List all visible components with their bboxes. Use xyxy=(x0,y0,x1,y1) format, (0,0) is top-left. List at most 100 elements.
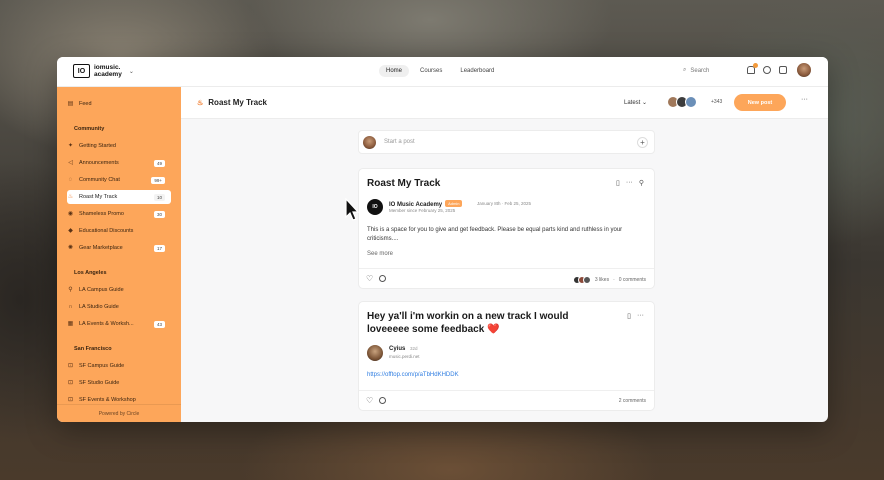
author-avatar[interactable] xyxy=(367,345,383,361)
post-actions: ▯ ··· ⚲ xyxy=(616,179,644,187)
search-label: Search xyxy=(690,67,710,74)
top-icons xyxy=(747,63,787,74)
start-post-box[interactable]: Start a post + xyxy=(358,130,655,154)
sidebar-item-label: Roast My Track xyxy=(79,194,118,200)
post-link[interactable]: https://offtop.com/p/aTbHdKHDDK xyxy=(367,372,459,378)
unread-count: 17 xyxy=(153,244,165,252)
post-footer: ♡ 2 comments xyxy=(359,390,654,410)
comment-icon[interactable] xyxy=(379,397,386,404)
nav-courses[interactable]: Courses xyxy=(413,65,449,77)
avatar xyxy=(582,276,591,284)
gear-icon: ✺ xyxy=(67,244,74,251)
more-options-icon[interactable]: ··· xyxy=(637,312,644,320)
sidebar-item-label: Feed xyxy=(79,101,92,107)
separator: · xyxy=(613,277,615,283)
search-button[interactable]: ⌕ Search xyxy=(683,67,709,74)
post-time: 32d xyxy=(410,346,418,351)
sidebar-item-sf-campus-guide[interactable]: ⊡ SF Campus Guide xyxy=(67,359,171,373)
author-name[interactable]: Cyius 32d xyxy=(389,346,418,352)
sidebar-item-label: SF Events & Workshop xyxy=(79,397,136,403)
plus-icon[interactable]: + xyxy=(637,137,648,148)
unread-count: 30 xyxy=(153,210,165,218)
sidebar-item-educational-discounts[interactable]: ◆ Educational Discounts xyxy=(67,224,171,238)
sidebar: ▤ Feed Community ✦ Getting Started ◁ Ann… xyxy=(57,87,181,422)
post-title[interactable]: Hey ya'll i'm workin on a new track I wo… xyxy=(367,310,607,336)
sidebar-item-la-events[interactable]: ▦ LA Events & Worksh... 43 xyxy=(67,317,171,331)
see-more-link[interactable]: See more xyxy=(367,251,393,257)
page-title-text: Roast My Track xyxy=(208,98,267,107)
sidebar-item-announcements[interactable]: ◁ Announcements 49 xyxy=(67,156,171,170)
member-avatars[interactable] xyxy=(667,96,697,108)
mouse-cursor xyxy=(345,198,359,221)
post-card[interactable]: Roast My Track ▯ ··· ⚲ IO IO Music Acade… xyxy=(358,168,655,289)
sidebar-item-label: LA Studio Guide xyxy=(79,304,119,310)
sidebar-item-community-chat[interactable]: ◌ Community Chat 99+ xyxy=(67,173,171,187)
member-count: +343 xyxy=(711,99,723,105)
admin-badge: Admin xyxy=(445,200,463,207)
heart-icon[interactable]: ♡ xyxy=(366,274,373,283)
author-avatar[interactable]: IO xyxy=(367,199,383,215)
heart-icon[interactable]: ♡ xyxy=(366,396,373,405)
sidebar-item-shameless-promo[interactable]: ◉ Shameless Promo 30 xyxy=(67,207,171,221)
start-post-placeholder: Start a post xyxy=(384,139,415,145)
more-options-icon[interactable]: ··· xyxy=(626,179,633,187)
post-footer: ♡ 3 likes · 0 comments xyxy=(359,268,654,288)
author-subtitle: Member since February 25, 2025 xyxy=(389,208,456,213)
nav-leaderboard[interactable]: Leaderboard xyxy=(453,65,501,77)
post-meta: January 8th · Feb 25, 2025 xyxy=(477,201,532,206)
sort-dropdown[interactable]: Latest ⌄ xyxy=(624,99,647,106)
lock-icon: ⊡ xyxy=(67,362,74,369)
home-icon: ▤ xyxy=(67,100,74,107)
sidebar-section-title: Los Angeles xyxy=(74,270,107,276)
community-switcher[interactable]: IO iomusic. academy ⌄ xyxy=(73,64,134,78)
sidebar-item-label: Gear Marketplace xyxy=(79,245,123,251)
fire-icon: ♨ xyxy=(197,99,204,107)
more-options-icon[interactable]: ··· xyxy=(801,96,808,103)
comment-icon[interactable] xyxy=(379,275,386,282)
sidebar-item-label: SF Studio Guide xyxy=(79,380,120,386)
logo-line-2: academy xyxy=(94,71,122,78)
liker-avatars xyxy=(572,276,591,284)
comments-count[interactable]: 0 comments xyxy=(619,277,646,283)
bookmark-icon[interactable]: ▯ xyxy=(616,179,620,187)
chevron-down-icon: ⌄ xyxy=(642,100,648,106)
comments-count[interactable]: 2 comments xyxy=(619,398,646,404)
unread-count: 99+ xyxy=(151,176,165,184)
sidebar-item-label: LA Campus Guide xyxy=(79,287,124,293)
sidebar-section-title: Community xyxy=(74,126,105,132)
post-title[interactable]: Roast My Track xyxy=(367,177,440,190)
bookmark-icon[interactable]: ▯ xyxy=(627,312,631,320)
author-subtitle: music.perdi.net xyxy=(389,354,420,359)
sidebar-item-sf-studio-guide[interactable]: ⊡ SF Studio Guide xyxy=(67,376,171,390)
sidebar-item-la-studio-guide[interactable]: ∩ LA Studio Guide xyxy=(67,300,171,314)
powered-by-footer[interactable]: Powered by Circle xyxy=(57,404,181,422)
sidebar-item-label: Educational Discounts xyxy=(79,228,134,234)
likes-count[interactable]: 3 likes xyxy=(595,277,609,283)
top-bar: IO iomusic. academy ⌄ Home Courses Leade… xyxy=(57,57,828,87)
lightbulb-icon: ✦ xyxy=(67,142,74,149)
sidebar-item-gear-marketplace[interactable]: ✺ Gear Marketplace 17 xyxy=(67,241,171,255)
sidebar-item-la-campus-guide[interactable]: ⚲ LA Campus Guide xyxy=(67,283,171,297)
sidebar-item-label: Announcements xyxy=(79,160,119,166)
new-post-button[interactable]: New post xyxy=(734,94,786,111)
messages-icon[interactable] xyxy=(763,66,771,74)
nav-home[interactable]: Home xyxy=(379,65,410,77)
tag-icon: ◆ xyxy=(68,227,73,234)
bookmarks-icon[interactable] xyxy=(779,66,787,74)
sidebar-item-label: Community Chat xyxy=(79,177,120,183)
post-card[interactable]: Hey ya'll i'm workin on a new track I wo… xyxy=(358,301,655,411)
pin-icon[interactable]: ⚲ xyxy=(639,179,644,187)
sidebar-item-getting-started[interactable]: ✦ Getting Started xyxy=(67,139,171,153)
sidebar-item-roast-my-track[interactable]: ♨ Roast My Track 10 xyxy=(67,190,171,204)
chat-icon: ◌ xyxy=(68,176,73,183)
sidebar-item-feed[interactable]: ▤ Feed xyxy=(67,97,171,111)
avatar xyxy=(685,96,697,108)
sidebar-item-label: SF Campus Guide xyxy=(79,363,125,369)
calendar-icon: ▦ xyxy=(67,320,74,327)
notifications-icon[interactable] xyxy=(747,63,758,74)
speaker-icon: ◉ xyxy=(67,210,74,217)
user-avatar[interactable] xyxy=(797,63,811,77)
author-name[interactable]: IO Music Academy Admin xyxy=(389,200,463,208)
logo-text: iomusic. academy xyxy=(94,64,122,78)
avatar xyxy=(363,136,376,149)
